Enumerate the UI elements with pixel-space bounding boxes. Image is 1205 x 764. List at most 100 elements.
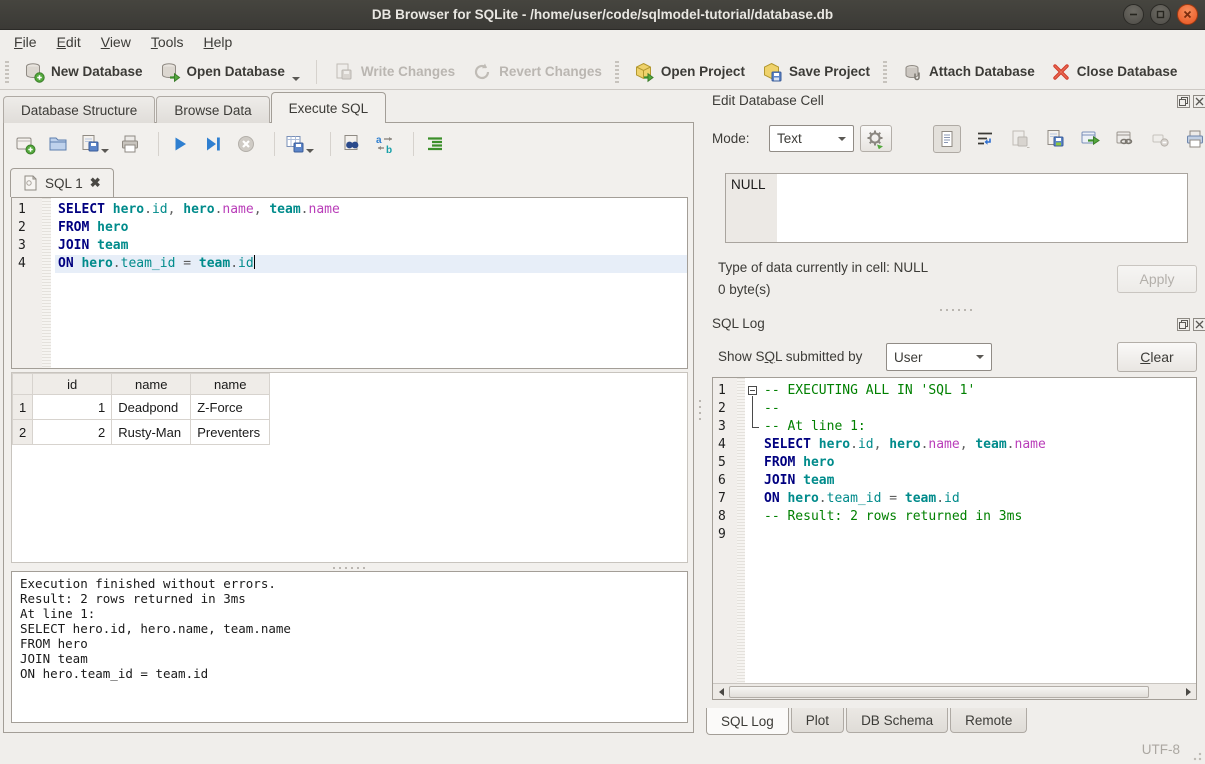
fold-collapse-icon[interactable] xyxy=(748,386,757,395)
open-database-dropdown-icon[interactable] xyxy=(292,77,300,81)
table-cell[interactable]: 1 xyxy=(33,395,112,420)
new-database-button[interactable]: New Database xyxy=(15,57,151,87)
sql-tab-close-icon[interactable]: ✖ xyxy=(90,175,101,191)
attach-database-button[interactable]: Attach Database xyxy=(893,57,1043,87)
log-filter-combo[interactable]: User xyxy=(886,343,992,371)
execution-message-box[interactable]: Execution finished without errors. Resul… xyxy=(11,571,688,723)
save-results-button[interactable] xyxy=(283,131,315,157)
toolbar-handle[interactable] xyxy=(615,61,619,83)
dock-close-button[interactable] xyxy=(1193,95,1205,108)
splitter-handle[interactable] xyxy=(706,307,1205,312)
open-database-button[interactable]: Open Database xyxy=(151,57,308,87)
table-cell[interactable]: Preventers xyxy=(191,420,270,445)
scrollbar-thumb[interactable] xyxy=(729,686,1149,698)
horizontal-scrollbar[interactable] xyxy=(713,683,1196,699)
resize-grip[interactable] xyxy=(1190,749,1202,761)
cell-size-info: 0 byte(s) xyxy=(718,282,771,297)
menu-tools[interactable]: Tools xyxy=(141,32,194,52)
dock-float-button[interactable] xyxy=(1177,95,1190,108)
save-sql-file-button[interactable] xyxy=(78,131,110,157)
table-cell[interactable]: Deadpond xyxy=(112,395,191,420)
line-number: 1 xyxy=(12,201,42,219)
menu-view[interactable]: View xyxy=(91,32,141,52)
copy-link-button[interactable] xyxy=(1114,128,1136,150)
toolbar-separator xyxy=(274,132,275,156)
save-project-button[interactable]: Save Project xyxy=(753,57,878,87)
column-header[interactable]: name xyxy=(112,374,191,395)
fold-margin xyxy=(51,255,55,273)
set-null-button[interactable] xyxy=(1149,128,1171,150)
sql-tabbar: SQL 1 ✖ xyxy=(10,167,114,197)
format-sql-button[interactable] xyxy=(422,131,448,157)
tab-browse-data[interactable]: Browse Data xyxy=(156,96,269,123)
export-cell-button[interactable] xyxy=(1079,128,1101,150)
text-mode-button[interactable] xyxy=(933,125,961,153)
mode-combo[interactable]: Text xyxy=(769,125,854,152)
column-header[interactable]: name xyxy=(191,374,270,395)
dock-float-icon xyxy=(1179,320,1188,329)
close-button[interactable] xyxy=(1177,4,1198,25)
dock-float-button[interactable] xyxy=(1177,318,1190,331)
toolbar-separator xyxy=(158,132,159,156)
tab-sql-log[interactable]: SQL Log xyxy=(706,708,789,735)
save-cell-button[interactable] xyxy=(1044,128,1066,150)
execute-line-button[interactable] xyxy=(200,131,226,157)
replace-button[interactable]: a b xyxy=(372,131,398,157)
close-database-button[interactable]: Close Database xyxy=(1043,58,1186,86)
table-cell[interactable]: 2 xyxy=(33,420,112,445)
sql-log-view[interactable]: 1-- EXECUTING ALL IN 'SQL 1'2--3-- At li… xyxy=(712,377,1197,700)
scroll-right-button[interactable] xyxy=(1180,684,1196,699)
import-cell-button[interactable] xyxy=(1009,128,1031,150)
print-cell-button[interactable] xyxy=(1184,128,1205,150)
open-project-button[interactable]: Open Project xyxy=(625,57,753,87)
word-wrap-button[interactable] xyxy=(974,128,996,150)
stop-button[interactable] xyxy=(233,131,259,157)
find-button[interactable] xyxy=(339,131,365,157)
open-sql-file-button[interactable] xyxy=(45,131,71,157)
row-header[interactable]: 1 xyxy=(13,395,33,420)
clear-log-button[interactable]: Clear xyxy=(1117,342,1197,372)
tab-db-schema[interactable]: DB Schema xyxy=(846,708,948,733)
sql-tab[interactable]: SQL 1 ✖ xyxy=(10,168,114,197)
tab-remote[interactable]: Remote xyxy=(950,708,1027,733)
cell-value: NULL xyxy=(731,177,766,192)
fold-margin[interactable] xyxy=(745,382,761,400)
apply-button[interactable]: Apply xyxy=(1117,265,1197,293)
table-cell[interactable]: Rusty-Man xyxy=(112,420,191,445)
sql-editor[interactable]: 1SELECT hero.id, hero.name, team.name2FR… xyxy=(11,197,688,369)
open-sql-file-icon xyxy=(47,133,69,155)
table-cell[interactable]: Z-Force xyxy=(191,395,270,420)
code-line: 5FROM hero xyxy=(713,454,1196,472)
maximize-button[interactable] xyxy=(1150,4,1171,25)
gutter-margin xyxy=(42,201,51,219)
row-header[interactable]: 2 xyxy=(13,420,33,445)
scroll-left-button[interactable] xyxy=(713,684,729,699)
column-header[interactable]: id xyxy=(33,374,112,395)
tab-execute-sql[interactable]: Execute SQL xyxy=(271,92,387,123)
auto-mode-button[interactable] xyxy=(860,125,892,152)
fold-margin xyxy=(745,490,761,508)
menu-help[interactable]: Help xyxy=(194,32,243,52)
attach-database-icon xyxy=(901,61,923,83)
cell-editor[interactable]: NULL xyxy=(725,173,1188,243)
minimize-button[interactable] xyxy=(1123,4,1144,25)
toolbar-handle[interactable] xyxy=(883,61,887,83)
code-text: -- Result: 2 rows returned in 3ms xyxy=(761,508,1196,526)
corner-header[interactable] xyxy=(13,374,33,395)
save-results-dropdown-icon[interactable] xyxy=(306,149,314,153)
tab-database-structure[interactable]: Database Structure xyxy=(3,96,155,123)
revert-changes-button[interactable]: Revert Changes xyxy=(463,57,610,87)
toolbar-handle[interactable] xyxy=(5,61,9,83)
splitter-handle[interactable] xyxy=(697,390,702,430)
execute-all-button[interactable] xyxy=(167,131,193,157)
save-sql-dropdown-icon[interactable] xyxy=(101,149,109,153)
sql-document-icon xyxy=(23,175,38,191)
tab-plot[interactable]: Plot xyxy=(791,708,844,733)
menu-file[interactable]: File xyxy=(4,32,47,52)
menu-edit[interactable]: Edit xyxy=(47,32,91,52)
new-sql-tab-button[interactable] xyxy=(12,131,38,157)
print-sql-button[interactable] xyxy=(117,131,143,157)
splitter-handle[interactable] xyxy=(4,565,693,570)
write-changes-button[interactable]: Write Changes xyxy=(325,57,463,87)
dock-close-button[interactable] xyxy=(1193,318,1205,331)
